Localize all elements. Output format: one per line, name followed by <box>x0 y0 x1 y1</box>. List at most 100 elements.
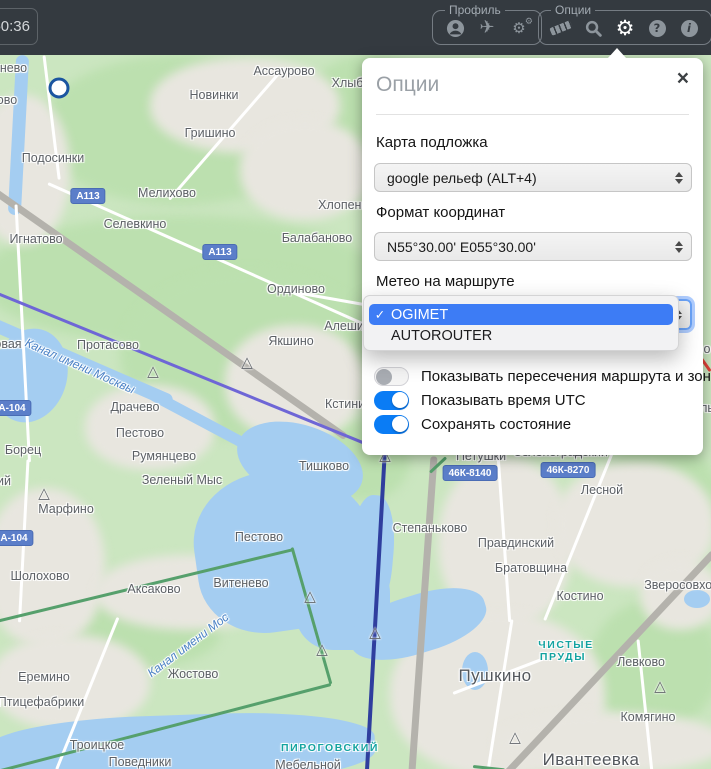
toolbar-group-options-label: Опции <box>551 3 595 17</box>
dropdown-option-ogimet[interactable]: ✓OGIMET <box>369 304 673 325</box>
map-label: Балабаново <box>282 231 353 245</box>
toolbar-group-options: Опции ⚙ ? i <box>538 3 711 45</box>
road-badge: А113 <box>202 244 237 260</box>
triangle-marker[interactable]: △ <box>654 677 666 695</box>
user-icon[interactable] <box>442 16 468 40</box>
map-label: Борец <box>5 443 41 457</box>
map-label: Братовщина <box>495 561 567 575</box>
toggle-switch[interactable] <box>374 367 409 386</box>
map-label: Троицкое <box>70 738 125 752</box>
road-badge: А-104 <box>0 400 32 416</box>
triangle-marker[interactable]: △ <box>147 362 159 380</box>
map-base-select[interactable]: google рельеф (ALT+4) <box>374 163 692 192</box>
map-label: Левково <box>617 655 665 669</box>
coord-format-label: Формат координат <box>376 204 505 221</box>
map-label: Драчево <box>110 400 159 414</box>
timer-value: 50:36 <box>0 18 30 35</box>
toggle-label: Сохранять состояние <box>421 416 571 433</box>
divider <box>376 114 689 115</box>
road-badge: А-104 <box>0 530 34 546</box>
waypoint-circle-marker[interactable] <box>49 78 70 99</box>
coord-format-select-value: N55°30.00' E055°30.00' <box>387 239 536 255</box>
toggle-knob <box>392 416 408 432</box>
toggle-knob <box>392 392 408 408</box>
map-label: овая <box>0 337 22 351</box>
search-icon[interactable] <box>580 16 606 40</box>
map-label: Степаньково <box>393 521 468 535</box>
map-label: ий <box>0 474 11 488</box>
gear-icon[interactable]: ⚙ <box>612 16 638 40</box>
water-pond <box>684 590 710 608</box>
map-label: Гришино <box>185 126 236 140</box>
map-label: Якшино <box>268 334 313 348</box>
toolbar-group-profile: Профиль ✈ ⚙⚙ <box>432 3 542 45</box>
toggle-knob <box>376 369 392 385</box>
map-label: Аксаково <box>127 582 180 596</box>
gears-icon[interactable]: ⚙⚙ <box>506 16 532 40</box>
road-badge: 46К-8140 <box>443 465 498 481</box>
triangle-marker[interactable]: △ <box>241 353 253 371</box>
toggle-label: Показывать пересечения маршрута и зон <box>421 368 711 385</box>
map-label: енево <box>0 61 27 75</box>
map-label: Пестово <box>235 530 283 544</box>
map-label: Птицефабрики <box>0 695 84 709</box>
map-label: Подосинки <box>22 151 85 165</box>
map-base-label: Карта подложка <box>376 134 488 151</box>
map-label: Ассаурово <box>253 64 314 78</box>
map-label: Новинки <box>190 88 239 102</box>
weather-dropdown-menu: ✓OGIMET✓AUTOROUTER <box>363 295 679 351</box>
map-label: ово <box>0 93 17 107</box>
map-label: Ивантеевка <box>543 750 640 769</box>
search-icon-svg <box>584 19 603 38</box>
ruler-icon[interactable] <box>548 16 574 40</box>
triangle-marker[interactable]: △ <box>509 728 521 746</box>
select-stepper-icon <box>675 172 683 184</box>
close-icon[interactable]: × <box>677 68 689 89</box>
map-label: ПИРОГОВСКИЙ <box>281 742 379 754</box>
map-label: Марфино <box>38 502 94 516</box>
airplane-icon[interactable]: ✈ <box>474 16 500 40</box>
road-badge: А113 <box>70 188 105 204</box>
map-label: Пушкино <box>459 666 532 686</box>
dropdown-option-label: OGIMET <box>391 307 448 323</box>
map-label: Лесной <box>581 483 623 497</box>
toggle-switch[interactable] <box>374 415 409 434</box>
toggle-switch[interactable] <box>374 391 409 410</box>
help-icon[interactable]: ? <box>644 16 670 40</box>
map-label: Еремино <box>18 670 70 684</box>
map-label: Комягино <box>621 710 676 724</box>
dropdown-option-label: AUTOROUTER <box>391 328 492 344</box>
map-label: Игнатово <box>9 232 62 246</box>
map-label: Мебельной <box>275 758 341 769</box>
map-label: Шолохово <box>11 569 70 583</box>
map-label: Селевкино <box>104 217 167 231</box>
timer-display: 50:36 <box>0 8 38 45</box>
toggle-label: Показывать время UTC <box>421 392 586 409</box>
toggle-row: Сохранять состояние <box>374 414 571 434</box>
triangle-marker[interactable]: △ <box>369 623 381 641</box>
toggle-row: Показывать пересечения маршрута и зон <box>374 366 711 386</box>
check-icon: ✓ <box>369 307 391 322</box>
options-panel: Опции × Карта подложка google рельеф (AL… <box>362 58 703 455</box>
info-icon[interactable]: i <box>676 16 702 40</box>
user-icon-svg <box>446 19 465 38</box>
map-label: Ординово <box>267 282 325 296</box>
coord-format-select[interactable]: N55°30.00' E055°30.00' <box>374 232 692 261</box>
triangle-marker[interactable]: △ <box>304 587 316 605</box>
map-label: Витенево <box>213 576 268 590</box>
triangle-marker[interactable]: △ <box>38 484 50 502</box>
triangle-marker[interactable]: △ <box>316 640 328 658</box>
map-label: Правдинский <box>478 536 554 550</box>
app-window: еневоовоАссауровоХлыбыНовинкиГришиноПодо… <box>0 0 711 769</box>
map-label: Поведники <box>109 755 172 769</box>
map-label: Мелихово <box>138 186 196 200</box>
dropdown-option-autorouter[interactable]: ✓AUTOROUTER <box>369 325 673 346</box>
map-label: о <box>704 342 711 356</box>
select-stepper-icon <box>675 241 683 253</box>
map-label: ПРУДЫ <box>540 651 586 663</box>
map-label: Костино <box>556 589 603 603</box>
panel-pointer-arrow <box>608 48 626 58</box>
map-label: Жостово <box>168 667 219 681</box>
route-weather-label: Метео на маршруте <box>376 273 515 290</box>
map-base-select-value: google рельеф (ALT+4) <box>387 170 537 186</box>
